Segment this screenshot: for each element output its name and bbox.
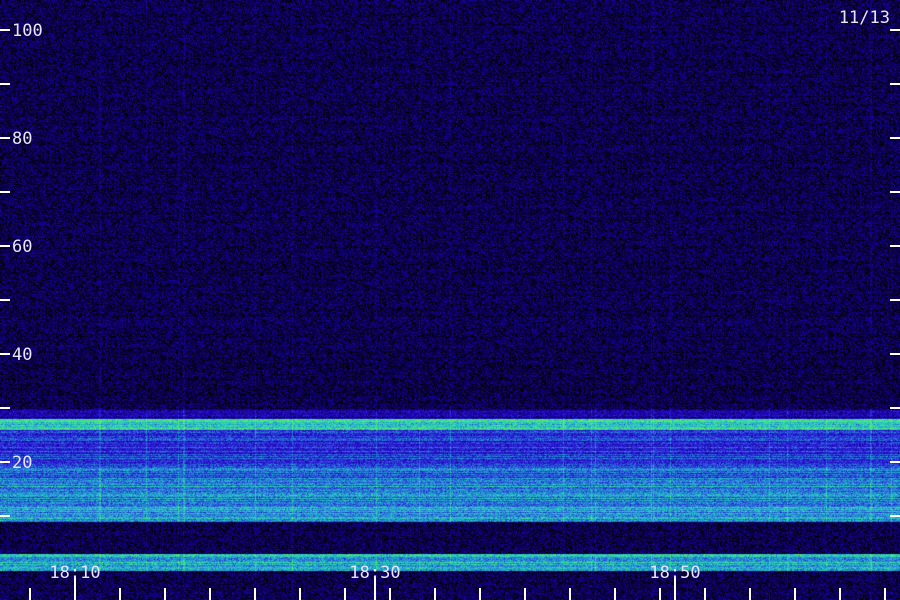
spectrogram-chart: 11/13 20 40 60 80 100 18:10 18:30 18:50 bbox=[0, 0, 900, 600]
y-tick-label: 60 bbox=[12, 237, 32, 257]
x-tick-label: 18:10 bbox=[49, 563, 100, 583]
x-tick-label: 18:50 bbox=[649, 563, 700, 583]
y-tick-label: 40 bbox=[12, 345, 32, 365]
date-label: 11/13 bbox=[839, 8, 890, 28]
y-tick-label: 100 bbox=[12, 21, 43, 41]
chart-axes: 11/13 20 40 60 80 100 18:10 18:30 18:50 bbox=[0, 8, 900, 600]
y-tick-label: 20 bbox=[12, 453, 32, 473]
x-tick-label: 18:30 bbox=[349, 563, 400, 583]
y-tick-label: 80 bbox=[12, 129, 32, 149]
